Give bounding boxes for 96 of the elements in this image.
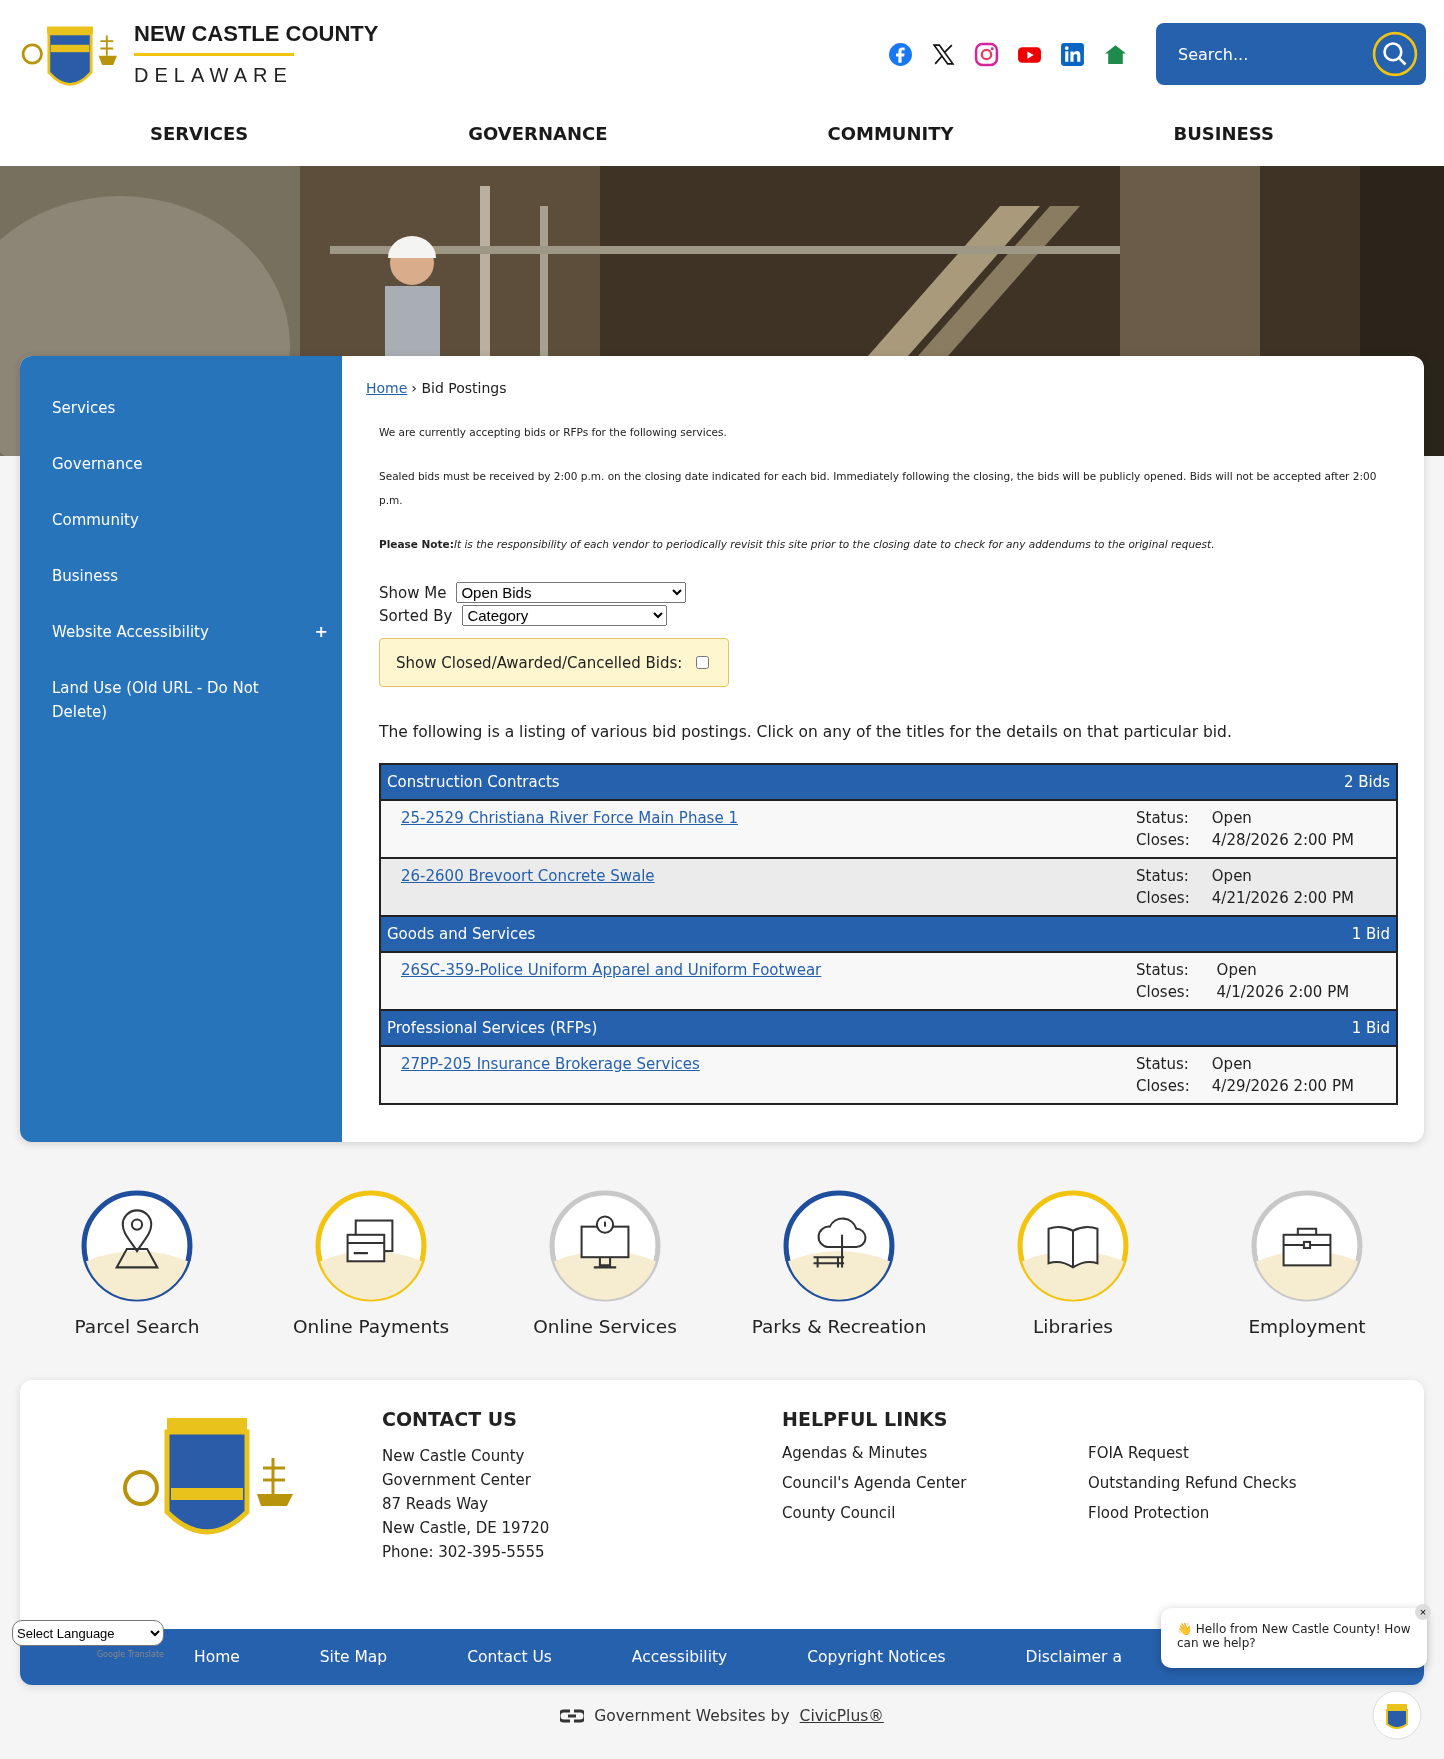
links-heading: HELPFUL LINKS (782, 1408, 949, 1430)
closes-label: Closes: (1136, 1077, 1191, 1095)
site-title: NEW CASTLE COUNTY (134, 21, 379, 47)
bid-count: 1 Bid (1351, 1019, 1390, 1037)
bid-link[interactable]: 26SC-359-Police Uniform Apparel and Uniform Footwear (401, 961, 822, 1001)
intro-paragraph: Sealed bids must be received by 2:00 p.m. on the closing date indicated for each bid. Immediately following the closing, the bids will be publicly opened. Bids will not be accepted after 2:00 p.m. (379, 469, 1378, 508)
filter-dropdown[interactable]: Category (462, 605, 668, 626)
footer-link[interactable]: County Council (782, 1504, 1088, 1522)
quick-link[interactable]: Online Services (495, 1190, 715, 1380)
search-icon[interactable] (1372, 31, 1418, 77)
filter-dropdown[interactable]: Open Bids (456, 582, 687, 603)
closes-label: Closes: (1136, 831, 1191, 849)
footer-link[interactable]: Council's Agenda Center (782, 1474, 1088, 1492)
status-label: Status: (1136, 867, 1190, 885)
expand-toggle[interactable]: + (314, 620, 328, 644)
closes-value: 4/21/2026 2:00 PM (1211, 889, 1355, 907)
breadcrumb-current: › Bid Postings (411, 380, 507, 396)
contact-line: Government Center (382, 1470, 532, 1491)
quick-link[interactable]: Libraries (963, 1190, 1183, 1380)
bid-count: 1 Bid (1351, 925, 1390, 943)
map-pin-icon[interactable] (81, 1190, 193, 1302)
linkedin-icon[interactable] (1060, 41, 1085, 67)
sidebar-item[interactable]: Governance (20, 438, 342, 494)
nav-link[interactable]: GOVERNANCE (468, 122, 608, 144)
footer-nav-link[interactable]: Contact Us (467, 1648, 552, 1666)
contact-line: New Castle, DE 19720 (382, 1518, 551, 1539)
footer-link[interactable]: Agendas & Minutes (782, 1444, 1088, 1462)
checkbox-label: Show Closed/Awarded/Cancelled Bids: (396, 653, 683, 672)
tree-icon[interactable] (783, 1190, 895, 1302)
x-icon[interactable] (931, 41, 956, 67)
footer-nav-link[interactable]: Site Map (319, 1648, 388, 1666)
briefcase-icon[interactable] (1251, 1190, 1363, 1302)
sidebar-item[interactable]: Services (20, 382, 342, 438)
search-field[interactable]: Search... (1176, 43, 1372, 65)
sidebar-item[interactable]: Community (20, 494, 342, 550)
civicplus-logo (560, 1709, 585, 1723)
site-subtitle: DELAWARE (134, 64, 294, 87)
intro-paragraph: We are currently accepting bids or RFPs for the following services. (379, 425, 728, 440)
closes-label: Closes: (1136, 889, 1191, 907)
closes-value: 4/1/2026 2:00 PM (1216, 983, 1351, 1001)
nav-link[interactable]: SERVICES (150, 122, 249, 144)
status-value: Open (1216, 961, 1258, 979)
footer-nav-link[interactable]: Home (194, 1648, 240, 1666)
chatbot-avatar[interactable] (1372, 1690, 1422, 1740)
category-name: Professional Services (RFPs) (387, 1019, 598, 1037)
quick-link[interactable]: Parks & Recreation (729, 1190, 949, 1380)
sidebar-item[interactable]: Land Use (Old URL - Do Not Delete) (20, 662, 342, 738)
bid-count: 2 Bids (1343, 773, 1390, 791)
credit-text: Government Websites by (594, 1707, 790, 1725)
quick-link[interactable]: Parcel Search (27, 1190, 247, 1380)
contact-heading: CONTACT US (382, 1408, 518, 1430)
closes-value: 4/29/2026 2:00 PM (1211, 1077, 1355, 1095)
status-value: Open (1211, 867, 1253, 885)
filter-label: Sorted By (379, 606, 453, 625)
status-label: Status: (1136, 809, 1190, 827)
cards-icon[interactable] (315, 1190, 427, 1302)
nav-link[interactable]: BUSINESS (1173, 122, 1274, 144)
bid-link[interactable]: 25-2529 Christiana River Force Main Phase 1 (401, 809, 738, 849)
category-name: Construction Contracts (387, 773, 560, 791)
footer-link[interactable]: Outstanding Refund Checks (1088, 1474, 1388, 1492)
language-dropdown[interactable]: Select Language (12, 1620, 164, 1646)
filter-label: Show Me (379, 583, 447, 602)
close-button[interactable]: × (1415, 1604, 1431, 1620)
status-label: Status: (1136, 961, 1190, 979)
bid-link[interactable]: 26-2600 Brevoort Concrete Swale (401, 867, 655, 907)
intro-paragraph: Please Note:It is the responsibility of each vendor to periodically revisit this site prior to the closing date to check for any addendums to the original request. (379, 537, 1216, 552)
breadcrumb-link[interactable]: Home (366, 380, 408, 396)
translate-credit: Google Translate (96, 1650, 164, 1659)
quick-link[interactable]: Online Payments (261, 1190, 481, 1380)
quick-link[interactable]: Employment (1197, 1190, 1417, 1380)
instagram-icon[interactable] (974, 41, 999, 67)
contact-line: 87 Reads Way (382, 1494, 490, 1515)
book-icon[interactable] (1017, 1190, 1129, 1302)
contact-line: New Castle County (382, 1446, 526, 1467)
closes-label: Closes: (1136, 983, 1191, 1001)
category-name: Goods and Services (387, 925, 536, 943)
status-value: Open (1211, 1055, 1253, 1073)
credit-link[interactable]: CivicPlus® (799, 1707, 884, 1725)
footer-link[interactable]: FOIA Request (1088, 1444, 1388, 1462)
bid-link[interactable]: 27PP-205 Insurance Brokerage Services (401, 1055, 700, 1095)
closes-value: 4/28/2026 2:00 PM (1211, 831, 1355, 849)
status-label: Status: (1136, 1055, 1190, 1073)
footer-nav-link[interactable]: Accessibility (631, 1648, 728, 1666)
nav-link[interactable]: COMMUNITY (827, 122, 954, 144)
footer-nav-link[interactable]: Copyright Notices (807, 1648, 946, 1666)
sidebar-item[interactable]: Business (20, 550, 342, 606)
status-value: Open (1211, 809, 1253, 827)
contact-line: Phone: 302-395-5555 (382, 1542, 546, 1563)
footer-nav-link[interactable]: Disclaimer a (1025, 1648, 1122, 1666)
chat-message: 👋 Hello from New Castle County! How can we help? (1177, 1622, 1411, 1650)
footer-link[interactable]: Flood Protection (1088, 1504, 1388, 1522)
sidebar-item[interactable]: Website Accessibility + (20, 606, 342, 662)
listing-description: The following is a listing of various bid postings. Click on any of the titles for the details on that particular bid. (379, 723, 1233, 741)
monitor-icon[interactable] (549, 1190, 661, 1302)
checkbox[interactable] (696, 656, 710, 669)
facebook-icon[interactable] (888, 41, 913, 67)
